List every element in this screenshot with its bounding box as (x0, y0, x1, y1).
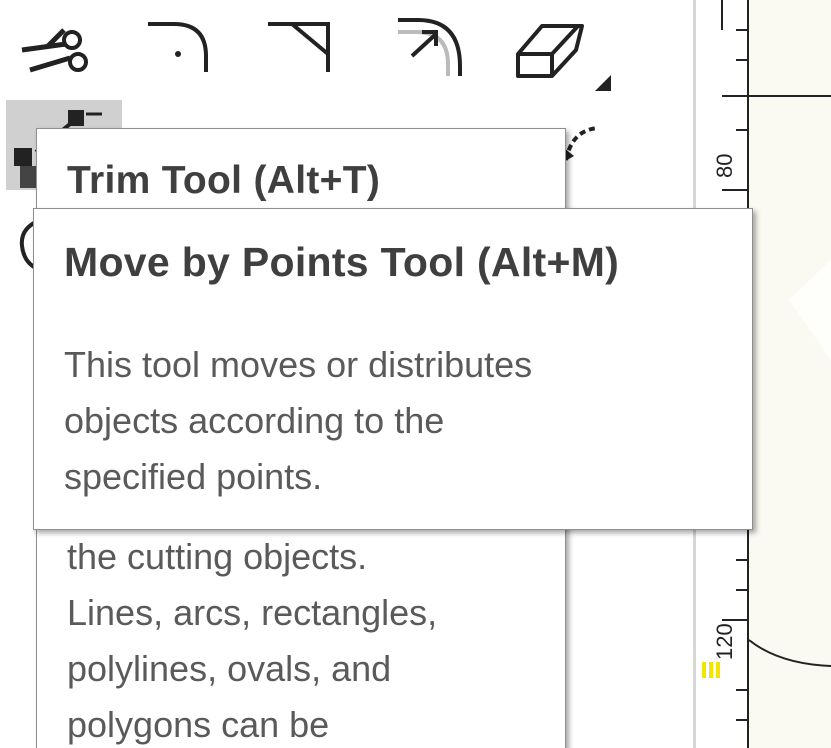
tooltip-title: Trim Tool (Alt+T) (67, 159, 381, 202)
tooltip-body: This tool moves or distributes objects a… (64, 337, 724, 505)
drawing-canvas[interactable] (749, 0, 831, 748)
tooltip-body-line: specified points. (64, 456, 323, 497)
tooltip-body-line: polygons can be (67, 704, 330, 745)
offset-tool-button[interactable] (388, 10, 498, 92)
tooltip-body: the cutting objects. Lines, arcs, rectan… (67, 529, 547, 748)
ruler-label-80: 80 (712, 153, 737, 178)
chamfer-icon (268, 22, 330, 72)
tooltip-body-line: objects according to the (64, 400, 445, 441)
tooltip-body-line: This tool moves or distributes (64, 344, 533, 385)
move-by-points-tooltip: Move by Points Tool (Alt+M) This tool mo… (33, 208, 753, 530)
tooltip-body-line: polylines, ovals, and (67, 648, 392, 689)
tool-flyout-triangle-icon[interactable] (593, 73, 613, 93)
scissors-icon (21, 28, 88, 73)
ruler-label-120: 120 (712, 623, 737, 660)
app-window: 80 120 Trim Tool (Alt+T) the cutting obj… (0, 0, 831, 748)
fillet-tool-button[interactable] (134, 10, 244, 92)
trim-tool-button[interactable] (8, 10, 118, 92)
ruler-highlight-mark (702, 662, 746, 678)
tooltip-body-line: Lines, arcs, rectangles, (67, 592, 438, 633)
tooltip-title: Move by Points Tool (Alt+M) (64, 239, 620, 285)
tooltip-body-line: the cutting objects. (67, 536, 368, 577)
chamfer-tool-button[interactable] (262, 10, 372, 92)
offset-arc-icon (398, 18, 462, 76)
arc-fillet-icon (148, 22, 208, 72)
